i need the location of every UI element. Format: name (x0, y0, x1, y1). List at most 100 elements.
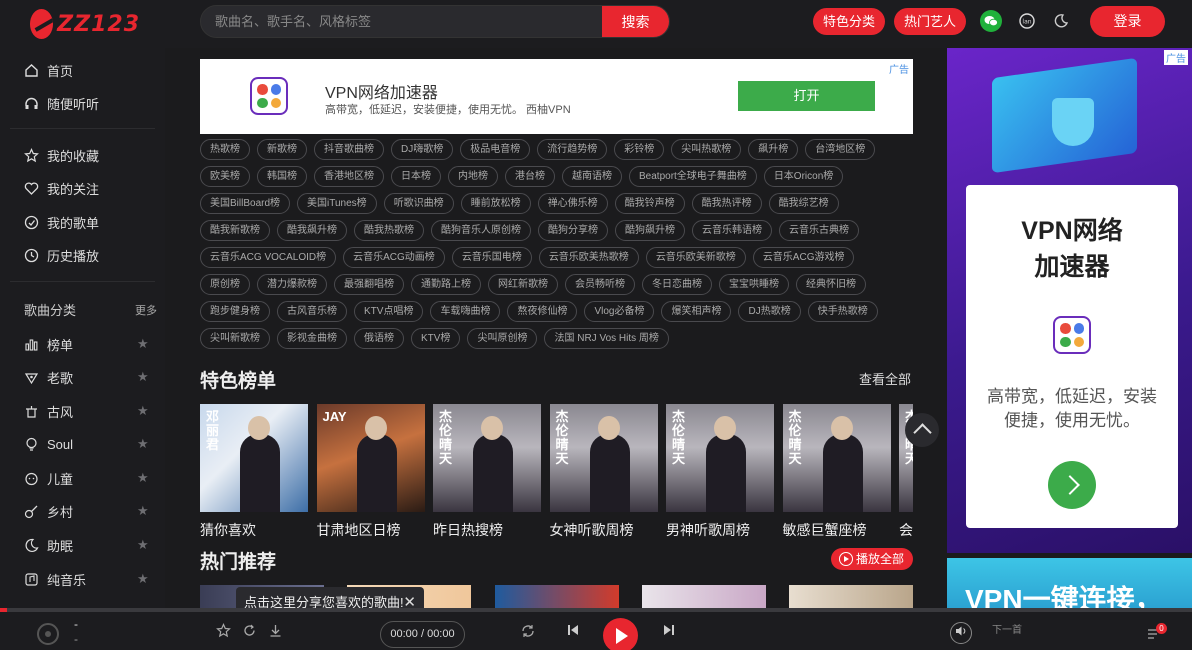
featured-card[interactable]: 邓丽君 猜你喜欢 (200, 404, 308, 540)
bottom-right-ad-banner[interactable]: VPN一键连接， (947, 558, 1192, 613)
dark-mode-icon[interactable] (1050, 10, 1072, 32)
hot-cover[interactable] (495, 585, 619, 610)
chart-tag[interactable]: 通勤路上榜 (411, 274, 481, 295)
chart-tag[interactable]: 最强翻唱榜 (334, 274, 404, 295)
chart-tag[interactable]: 潜力爆款榜 (257, 274, 327, 295)
chart-tag[interactable]: KTV榜 (411, 328, 461, 349)
chart-tag[interactable]: 车载嗨曲榜 (430, 301, 501, 322)
card-cover[interactable]: 杰伦晴天 (433, 404, 541, 512)
chart-tag[interactable]: 云音乐韩语榜 (692, 220, 772, 241)
chart-tag[interactable]: 云音乐ACG动画榜 (343, 247, 445, 268)
chart-tag[interactable]: 尖叫新歌榜 (200, 328, 270, 349)
chart-tag[interactable]: Beatport全球电子舞曲榜 (629, 166, 757, 187)
chart-tag[interactable]: 云音乐ACG游戏榜 (752, 247, 855, 268)
chart-tag[interactable]: 影视金曲榜 (277, 328, 347, 349)
featured-card[interactable]: 杰伦晴天 昨日热搜榜 (433, 404, 541, 540)
search-button[interactable]: 搜索 (602, 6, 669, 37)
sidebar-item-sleep[interactable]: 助眠 (24, 535, 73, 555)
right-ad-banner[interactable]: 广告 VPN网络 加速器 高带宽，低延迟，安装便捷，使用无忧。 (947, 48, 1192, 553)
chart-tag[interactable]: 越南语榜 (562, 166, 622, 187)
scroll-up-button[interactable] (905, 413, 939, 447)
star-icon[interactable]: ★ (137, 503, 149, 519)
search-input[interactable] (201, 6, 604, 37)
login-button[interactable]: 登录 (1090, 6, 1165, 37)
chart-tag[interactable]: 韩国榜 (257, 166, 307, 187)
chart-tag[interactable]: 听歌识曲榜 (383, 193, 454, 214)
card-cover[interactable]: 杰伦晴天 (666, 404, 774, 512)
chart-tag[interactable]: KTV点唱榜 (354, 301, 424, 322)
star-icon[interactable]: ★ (137, 470, 149, 486)
chart-tag[interactable]: 酷我飙升榜 (277, 220, 347, 241)
chart-tag[interactable]: 云音乐欧美新歌榜 (645, 247, 746, 268)
download-icon[interactable] (266, 623, 284, 641)
chart-tag[interactable]: 法国 NRJ Vos Hits 周榜 (544, 328, 669, 349)
star-icon[interactable]: ★ (137, 369, 149, 385)
sidebar-item-following[interactable]: 我的关注 (24, 178, 99, 198)
chart-tag[interactable]: 禅心佛乐榜 (537, 193, 608, 214)
sidebar-item-country[interactable]: 乡村 (24, 501, 73, 521)
chart-tag[interactable]: 彩铃榜 (614, 139, 665, 160)
card-cover[interactable]: 邓丽君 (200, 404, 308, 512)
favorite-star-icon[interactable] (214, 623, 232, 641)
chart-tag[interactable]: 台湾地区榜 (805, 139, 876, 160)
chart-tag[interactable]: 尖叫热歌榜 (671, 139, 742, 160)
hot-artists-button[interactable]: 热门艺人 (894, 8, 966, 35)
chart-tag[interactable]: Vlog必备榜 (584, 301, 655, 322)
sidebar-item-home[interactable]: 首页 (24, 60, 73, 80)
chart-tag[interactable]: 美国BillBoard榜 (200, 193, 291, 214)
loop-icon[interactable] (519, 623, 537, 641)
chart-tag[interactable]: 日本榜 (391, 166, 441, 187)
featured-card[interactable]: 杰伦晴天 女神听歌周榜 (549, 404, 658, 540)
sidebar-item-history[interactable]: 历史播放 (24, 245, 99, 265)
wechat-icon[interactable] (980, 10, 1002, 32)
chart-tag[interactable]: 酷狗分享榜 (538, 220, 608, 241)
chart-tag[interactable]: 睡前放松榜 (460, 193, 531, 214)
chart-tag[interactable]: 美国iTunes榜 (297, 193, 377, 214)
chart-tag[interactable]: 熬夜修仙榜 (507, 301, 578, 322)
sidebar-item-playlists[interactable]: 我的歌单 (24, 212, 99, 232)
card-cover[interactable]: 杰伦晴天 (782, 404, 891, 512)
sidebar-item-favorites[interactable]: 我的收藏 (24, 145, 99, 165)
category-more-link[interactable]: 更多 (135, 302, 157, 318)
chart-tag[interactable]: 跑步健身榜 (200, 301, 270, 322)
see-all-link[interactable]: 查看全部 (859, 369, 911, 388)
chart-tag[interactable]: 古风音乐榜 (277, 301, 347, 322)
star-icon[interactable]: ★ (137, 571, 149, 587)
chart-tag[interactable]: 酷我热歌榜 (354, 220, 424, 241)
sidebar-item-instrumental[interactable]: 纯音乐 (24, 569, 86, 589)
star-icon[interactable]: ★ (137, 403, 149, 419)
sidebar-item-oldies[interactable]: 老歌 (24, 367, 73, 387)
chart-tag[interactable]: 热歌榜 (200, 139, 250, 160)
featured-card[interactable]: 杰伦晴天 敏感巨蟹座榜 (782, 404, 891, 540)
sidebar-item-soul[interactable]: Soul (24, 434, 73, 454)
hot-cover[interactable] (642, 585, 766, 610)
featured-card[interactable]: JAY 甘肃地区日榜 (316, 404, 425, 540)
chart-tag[interactable]: 爆笑相声榜 (661, 301, 732, 322)
chart-tag[interactable]: 云音乐国电榜 (451, 247, 532, 268)
volume-icon[interactable] (950, 622, 972, 644)
chart-tag[interactable]: 欧美榜 (200, 166, 250, 187)
chart-tag[interactable]: 极品电音榜 (460, 139, 531, 160)
top-ad-banner[interactable]: 广告 VPN网络加速器 高带宽，低延迟，安装便捷，使用无忧。 西柚VPN 打开 (200, 59, 913, 134)
chart-tag[interactable]: 抖音歌曲榜 (314, 139, 384, 160)
chart-tag[interactable]: 酷我新歌榜 (200, 220, 270, 241)
chart-tag[interactable]: 飙升榜 (748, 139, 799, 160)
hot-cover[interactable] (789, 585, 913, 610)
sidebar-item-children[interactable]: 儿童 (24, 468, 73, 488)
chart-tag[interactable]: 云音乐ACG VOCALOID榜 (200, 247, 337, 268)
chart-tag[interactable]: 会员畅听榜 (565, 274, 635, 295)
sidebar-item-charts[interactable]: 榜单 (24, 334, 73, 354)
chart-tag[interactable]: 流行趋势榜 (537, 139, 608, 160)
ad-go-arrow-icon[interactable] (1048, 461, 1096, 509)
feature-category-button[interactable]: 特色分类 (813, 8, 885, 35)
site-logo[interactable]: ZZ123 (30, 8, 140, 40)
chart-tag[interactable]: 俄语榜 (354, 328, 404, 349)
chart-tag[interactable]: 经典怀旧榜 (796, 274, 866, 295)
star-icon[interactable]: ★ (137, 336, 149, 352)
chart-tag[interactable]: 网红新歌榜 (488, 274, 558, 295)
share-icon[interactable] (240, 623, 258, 641)
chart-tag[interactable]: 日本Oricon榜 (763, 166, 844, 187)
chart-tag[interactable]: DJ热歌榜 (738, 301, 801, 322)
chart-tag[interactable]: 新歌榜 (257, 139, 307, 160)
ad-open-button[interactable]: 打开 (738, 81, 875, 111)
